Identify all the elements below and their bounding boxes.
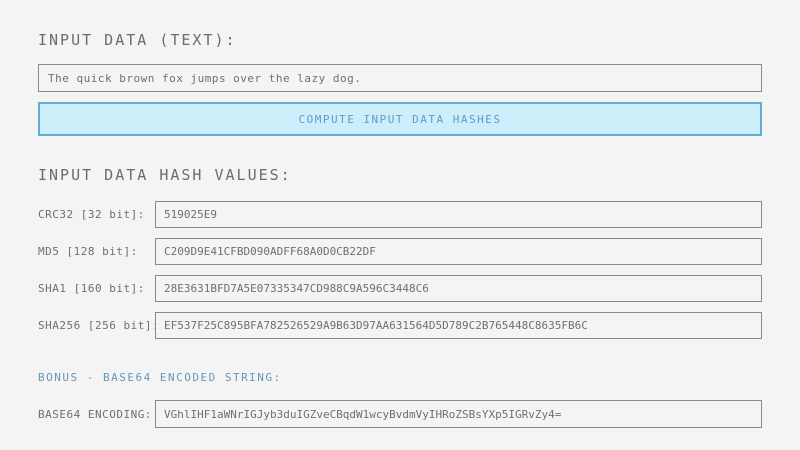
sha256-value-field[interactable] [155, 312, 762, 339]
compute-hashes-button[interactable]: COMPUTE INPUT DATA HASHES [38, 102, 762, 136]
hash-row-crc32: CRC32 [32 bit]: [38, 201, 762, 228]
hash-row-sha256: SHA256 [256 bit]: [38, 312, 762, 339]
base64-row: BASE64 ENCODING: [38, 400, 762, 428]
md5-label: MD5 [128 bit]: [38, 238, 155, 265]
hash-row-sha1: SHA1 [160 bit]: [38, 275, 762, 302]
hash-row-md5: MD5 [128 bit]: [38, 238, 762, 265]
base64-label: BASE64 ENCODING: [38, 400, 155, 428]
input-data-text-field[interactable] [38, 64, 762, 92]
crc32-value-field[interactable] [155, 201, 762, 228]
bonus-base64-heading: BONUS - BASE64 ENCODED STRING: [38, 349, 762, 400]
base64-value-field[interactable] [155, 400, 762, 428]
sha1-value-field[interactable] [155, 275, 762, 302]
md5-value-field[interactable] [155, 238, 762, 265]
input-data-heading: INPUT DATA (TEXT): [38, 0, 762, 49]
hash-rows: CRC32 [32 bit]: MD5 [128 bit]: SHA1 [160… [38, 201, 762, 339]
sha256-label: SHA256 [256 bit]: [38, 312, 155, 339]
crc32-label: CRC32 [32 bit]: [38, 201, 155, 228]
sha1-label: SHA1 [160 bit]: [38, 275, 155, 302]
page-content: INPUT DATA (TEXT): COMPUTE INPUT DATA HA… [0, 0, 800, 428]
hash-values-heading: INPUT DATA HASH VALUES: [38, 136, 762, 184]
